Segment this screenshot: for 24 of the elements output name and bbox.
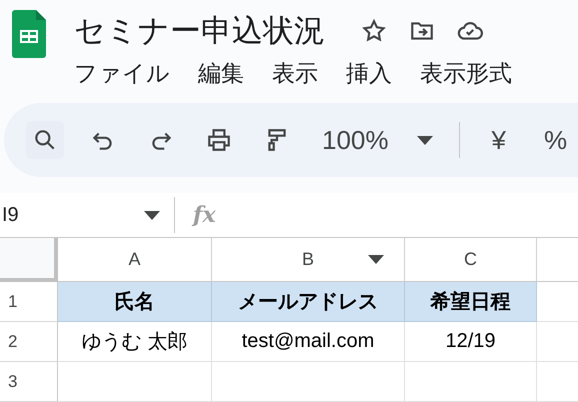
- table-cell: ゆうむ 太郎: [58, 322, 212, 362]
- star-icon[interactable]: [361, 18, 387, 44]
- column-menu-icon[interactable]: [368, 255, 384, 264]
- menu-item[interactable]: 挿入: [346, 58, 392, 89]
- spreadsheet-logo-icon[interactable]: [12, 10, 46, 58]
- menu-item[interactable]: ファイル: [74, 58, 170, 89]
- currency-button[interactable]: ¥: [486, 118, 512, 162]
- search-button[interactable]: [26, 121, 64, 159]
- menu-item[interactable]: 表示: [272, 58, 318, 89]
- percent-button[interactable]: %: [538, 118, 574, 162]
- document-title[interactable]: セミナー申込状況: [74, 10, 325, 52]
- caret-icon: [144, 210, 160, 220]
- fx-label: fx: [193, 202, 216, 228]
- name-box[interactable]: I9: [0, 204, 174, 226]
- printer-icon: [206, 127, 232, 153]
- header-cell: メールアドレス: [212, 282, 405, 322]
- header-cell: 希望日程: [405, 282, 537, 322]
- zoom-dropdown[interactable]: 100%: [316, 118, 438, 162]
- menu-item[interactable]: 表示形式: [420, 58, 512, 89]
- table-cell: 12/19: [405, 322, 537, 362]
- caret-icon: [416, 136, 432, 144]
- table-cell: test@mail.com: [212, 322, 405, 362]
- menu-item[interactable]: 編集: [198, 58, 244, 89]
- header-cell: 氏名: [58, 282, 212, 322]
